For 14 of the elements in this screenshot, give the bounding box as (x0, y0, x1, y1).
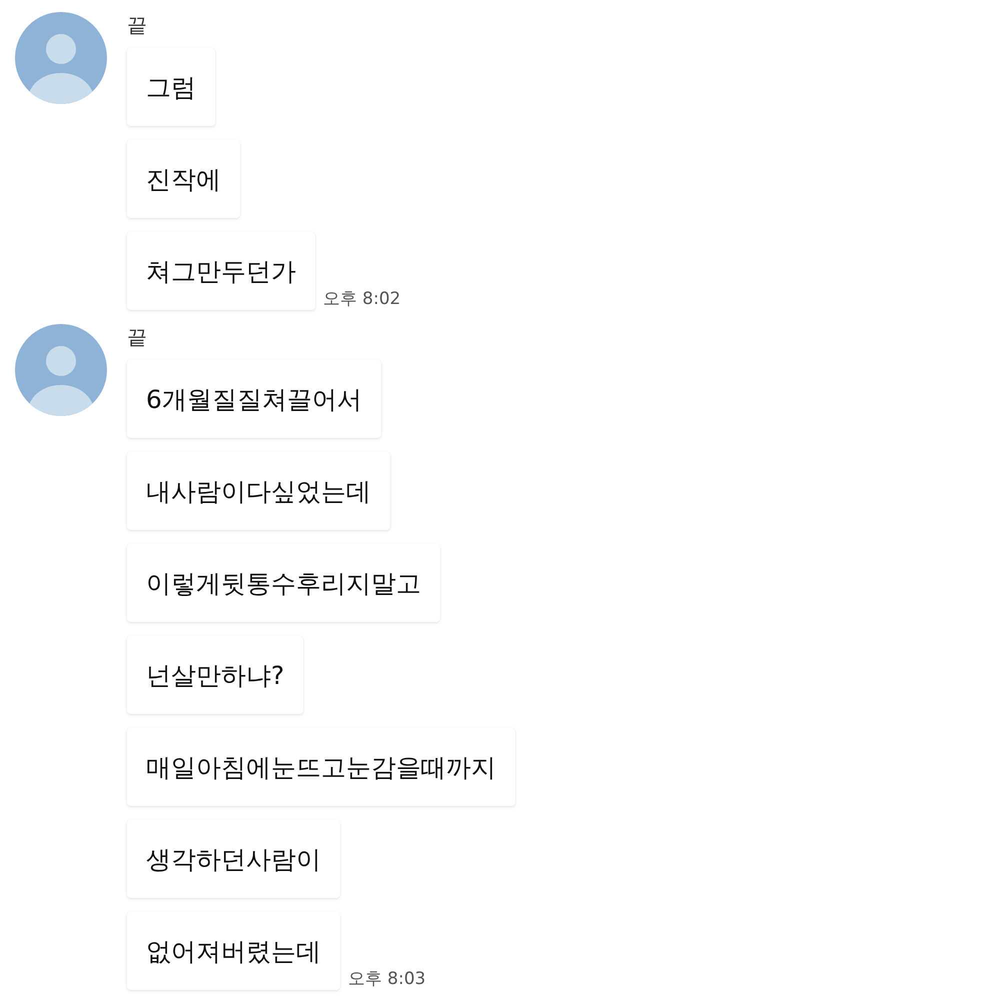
message-bubble: 쳐그만두던가 (127, 232, 315, 310)
message-bubble: 그럼 (127, 48, 215, 126)
message-time: 오후 8:02 (323, 288, 401, 310)
sender-name: 끝 (127, 324, 148, 350)
message-bubble: 진작에 (127, 140, 240, 218)
message-bubble: 이렇게뒷통수후리지말고 (127, 544, 440, 622)
message-bubble: 없어져버렸는데 (127, 912, 340, 990)
message-time: 오후 8:03 (348, 968, 426, 990)
message-bubble: 생각하던사람이 (127, 820, 340, 898)
message-bubble: 6개월질질쳐끌어서 (127, 360, 381, 438)
message-bubble: 넌살만하냐? (127, 636, 304, 714)
message-bubble: 내사람이다싶었는데 (127, 452, 390, 530)
sender-name: 끝 (127, 12, 148, 38)
message-bubble: 매일아침에눈뜨고눈감을때까지 (127, 728, 515, 806)
